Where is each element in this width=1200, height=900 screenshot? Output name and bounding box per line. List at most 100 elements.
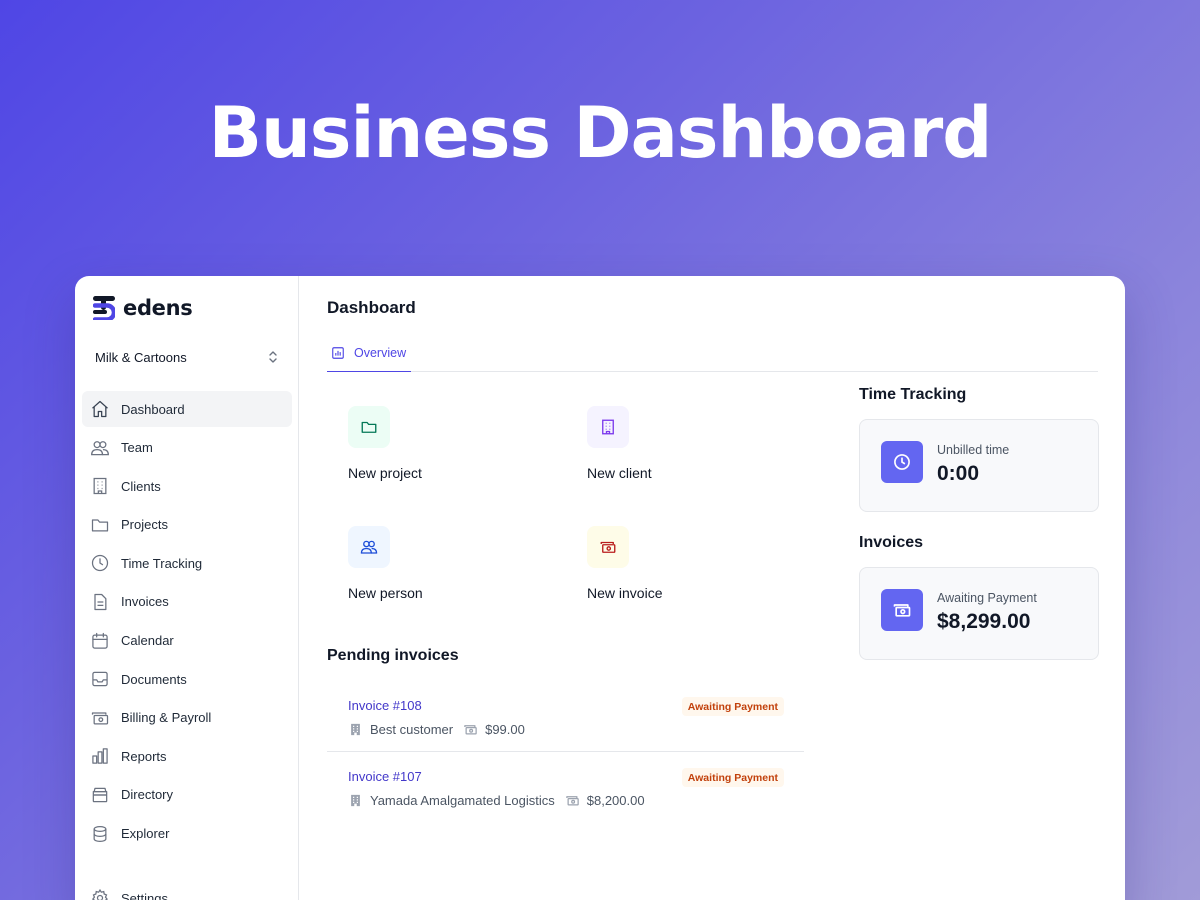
clock-icon: [91, 555, 109, 572]
quick-action-icon-tile: [348, 406, 390, 448]
building-icon: [351, 723, 360, 736]
users-icon: [360, 540, 378, 554]
sidebar-item-dashboard[interactable]: Dashboard: [82, 391, 292, 427]
tab-overview[interactable]: Overview: [327, 334, 411, 372]
new-client-action[interactable]: New client: [587, 406, 787, 486]
chevron-up-down-icon: [269, 351, 277, 363]
stat-label: Unbilled time: [937, 443, 1010, 457]
tab-bar: Overview: [327, 334, 1098, 372]
main-content: Dashboard Overview New project New clien…: [299, 276, 1125, 900]
sidebar-item-clients[interactable]: Clients: [82, 468, 292, 504]
folder-icon: [91, 519, 109, 532]
sidebar-item-directory[interactable]: Directory: [82, 777, 292, 813]
quick-action-label: New client: [587, 465, 652, 481]
sidebar-item-label: Directory: [121, 787, 174, 803]
invoices-title: Invoices: [859, 534, 924, 551]
edens-logo-icon: [93, 296, 115, 320]
folder-icon: [361, 421, 377, 433]
clock-icon: [894, 454, 910, 470]
status-badge: Awaiting Payment: [681, 768, 784, 787]
building-icon: [93, 478, 107, 495]
invoice-client: Best customer: [370, 722, 454, 737]
sidebar: edens Milk & Cartoons Dashboard Team Cli…: [75, 276, 299, 900]
building-icon: [351, 794, 360, 807]
quick-action-label: New project: [348, 465, 422, 481]
calendar-icon: [92, 632, 108, 649]
quick-action-icon-tile: [587, 406, 629, 448]
archive-icon: [92, 787, 108, 803]
brand[interactable]: edens: [93, 296, 193, 320]
app-window: edens Milk & Cartoons Dashboard Team Cli…: [75, 276, 1125, 900]
invoice-row: Invoice #108 Awaiting Payment Best custo…: [327, 682, 804, 752]
sidebar-item-documents[interactable]: Documents: [82, 661, 292, 697]
sidebar-item-label: Projects: [121, 517, 168, 533]
awaiting-payment-card[interactable]: Awaiting Payment $8,299.00: [859, 567, 1099, 660]
invoice-link[interactable]: Invoice #107: [348, 769, 422, 784]
invoice-meta: Yamada Amalgamated Logistics $8,200.00: [348, 793, 645, 808]
stat-label: Awaiting Payment: [937, 591, 1037, 605]
sidebar-item-time-tracking[interactable]: Time Tracking: [82, 545, 292, 581]
sidebar-item-projects[interactable]: Projects: [82, 507, 292, 543]
cash-icon: [464, 725, 477, 735]
sidebar-item-label: Documents: [121, 671, 187, 687]
sidebar-item-team[interactable]: Team: [82, 430, 292, 466]
inbox-icon: [92, 671, 108, 687]
gear-icon: [91, 888, 109, 900]
invoice-amount: $8,200.00: [586, 793, 645, 808]
sidebar-item-label: Settings: [121, 890, 168, 900]
quick-action-label: New invoice: [587, 585, 663, 601]
organization-name: Milk & Cartoons: [95, 349, 187, 365]
hero-title: Business Dashboard: [208, 92, 993, 174]
sidebar-nav: Dashboard Team Clients Projects Time Tra…: [82, 391, 292, 854]
cash-icon: [91, 712, 109, 725]
sidebar-item-label: Time Tracking: [121, 555, 203, 571]
invoice-link[interactable]: Invoice #108: [348, 698, 422, 713]
cash-icon: [566, 796, 579, 806]
users-icon: [91, 440, 109, 455]
sidebar-item-label: Reports: [121, 748, 167, 764]
brand-name: edens: [123, 296, 193, 320]
pending-invoices-title: Pending invoices: [327, 647, 459, 664]
organization-switcher[interactable]: Milk & Cartoons: [83, 342, 291, 372]
cash-icon: [600, 541, 616, 553]
cash-icon: [893, 604, 911, 617]
sidebar-item-label: Team: [121, 440, 153, 456]
sidebar-item-label: Explorer: [121, 826, 170, 842]
document-icon: [94, 593, 107, 611]
building-icon: [602, 419, 614, 435]
invoice-row: Invoice #107 Awaiting Payment Yamada Ama…: [327, 753, 804, 823]
new-invoice-action[interactable]: New invoice: [587, 526, 787, 606]
sidebar-item-billing-payroll[interactable]: Billing & Payroll: [82, 700, 292, 736]
sidebar-item-label: Clients: [121, 478, 161, 494]
invoice-amount: $99.00: [485, 722, 525, 737]
time-tracking-title: Time Tracking: [859, 386, 967, 403]
sidebar-item-label: Billing & Payroll: [121, 710, 212, 726]
database-icon: [93, 825, 107, 842]
sidebar-item-explorer[interactable]: Explorer: [82, 816, 292, 852]
sidebar-item-calendar[interactable]: Calendar: [82, 623, 292, 659]
page-title: Dashboard: [327, 298, 416, 317]
stat-icon-tile: [881, 441, 923, 483]
invoice-meta: Best customer $99.00: [348, 722, 525, 737]
sidebar-item-invoices[interactable]: Invoices: [82, 584, 292, 620]
chart-bar-icon: [92, 748, 108, 765]
stat-value: 0:00: [937, 462, 980, 485]
sidebar-item-label: Invoices: [121, 594, 169, 610]
quick-action-icon-tile: [348, 526, 390, 568]
sidebar-item-label: Dashboard: [121, 401, 185, 417]
stat-value: $8,299.00: [937, 610, 1031, 633]
unbilled-time-card[interactable]: Unbilled time 0:00: [859, 419, 1099, 512]
stat-icon-tile: [881, 589, 923, 631]
quick-action-icon-tile: [587, 526, 629, 568]
invoice-client: Yamada Amalgamated Logistics: [370, 793, 555, 808]
sidebar-item-label: Calendar: [121, 633, 174, 649]
sidebar-settings-section: Settings: [82, 880, 292, 900]
status-badge: Awaiting Payment: [681, 697, 784, 716]
sidebar-item-reports[interactable]: Reports: [82, 738, 292, 774]
tab-label: Overview: [354, 345, 407, 360]
new-person-action[interactable]: New person: [348, 526, 548, 606]
sidebar-item-settings[interactable]: Settings: [82, 880, 292, 900]
chart-bar-icon: [332, 346, 344, 359]
new-project-action[interactable]: New project: [348, 406, 548, 486]
quick-action-label: New person: [348, 585, 423, 601]
